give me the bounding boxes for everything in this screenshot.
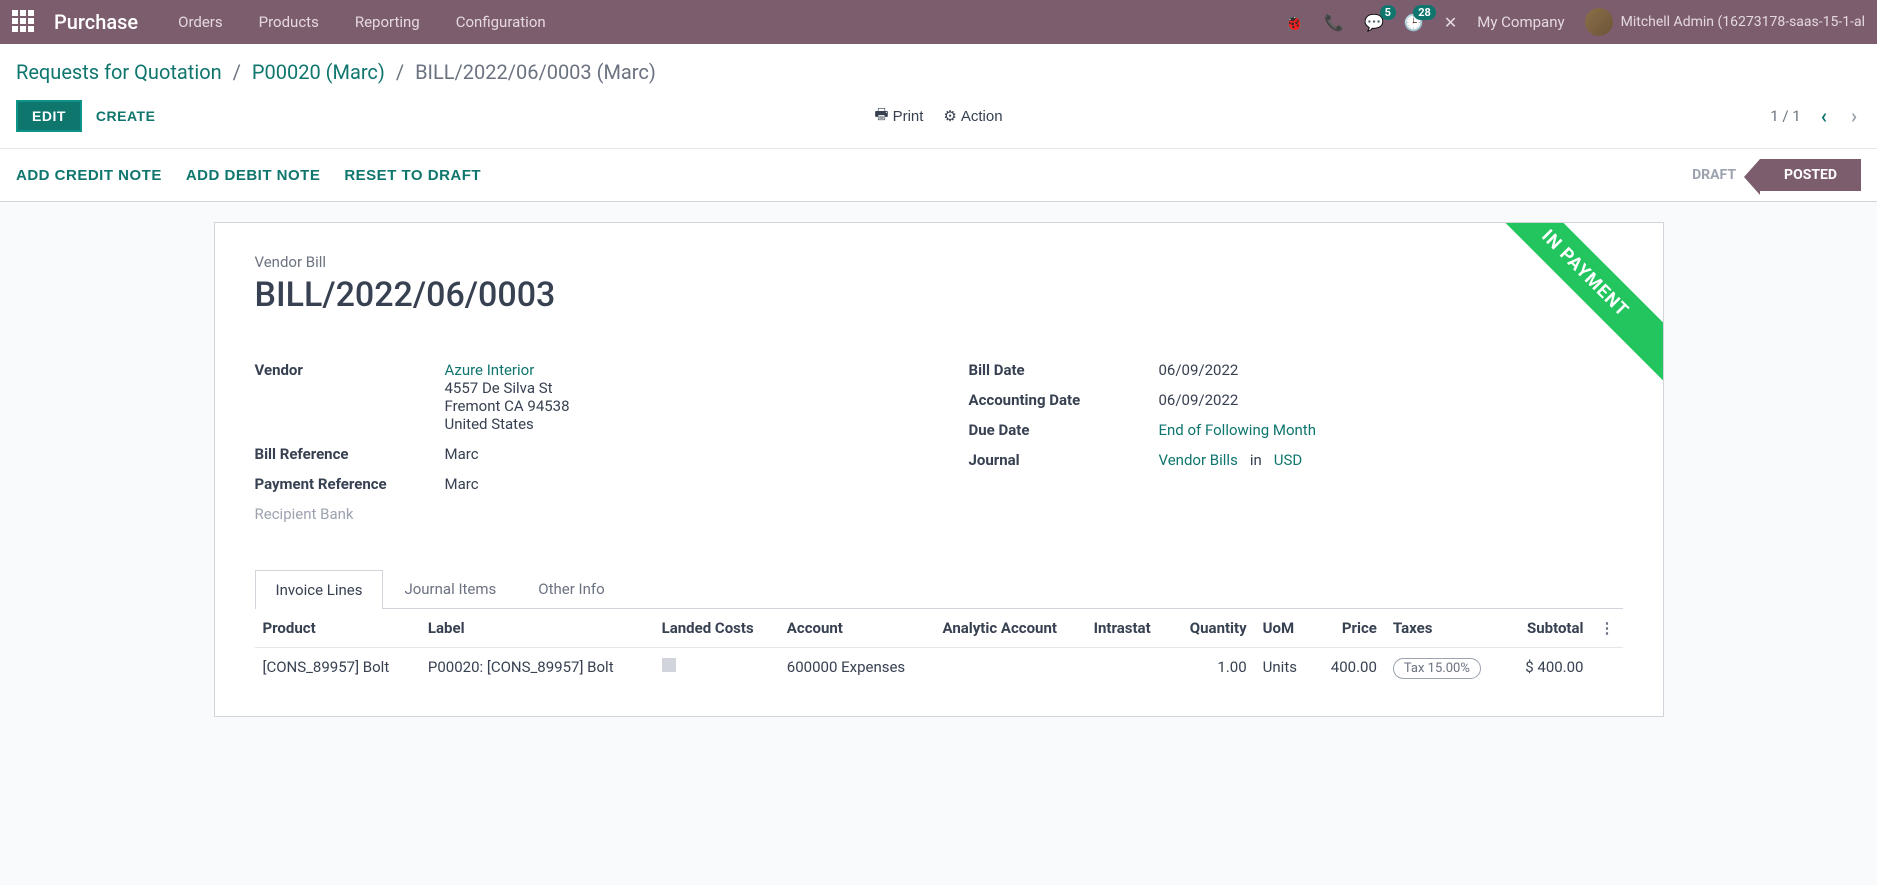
bug-icon[interactable]: 🐞 — [1284, 13, 1304, 32]
accdate-value: 06/09/2022 — [1159, 391, 1623, 409]
cell-account: 600000 Expenses — [779, 648, 935, 687]
breadcrumb: Requests for Quotation / P00020 (Marc) /… — [16, 60, 1861, 84]
form-sheet: IN PAYMENT Vendor Bill BILL/2022/06/0003… — [214, 222, 1664, 717]
status-bar: ADD CREDIT NOTE ADD DEBIT NOTE RESET TO … — [0, 149, 1877, 202]
col-price[interactable]: Price — [1313, 609, 1385, 648]
top-nav: Purchase Orders Products Reporting Confi… — [0, 0, 1877, 44]
billref-label: Bill Reference — [255, 445, 445, 463]
print-icon: 🖶 — [874, 104, 888, 129]
edit-button[interactable]: EDIT — [16, 100, 82, 132]
add-debit-note-button[interactable]: ADD DEBIT NOTE — [186, 167, 321, 184]
invoice-lines-table: Product Label Landed Costs Account Analy… — [255, 609, 1623, 686]
col-taxes[interactable]: Taxes — [1385, 609, 1505, 648]
cell-uom: Units — [1255, 648, 1313, 687]
recipbank-label: Recipient Bank — [255, 505, 445, 523]
avatar — [1585, 8, 1613, 36]
phone-icon[interactable]: 📞 — [1324, 13, 1344, 32]
duedate-label: Due Date — [969, 421, 1159, 439]
tabs: Invoice Lines Journal Items Other Info — [255, 569, 1623, 609]
cell-label: P00020: [CONS_89957] Bolt — [420, 648, 654, 687]
table-row[interactable]: [CONS_89957] Bolt P00020: [CONS_89957] B… — [255, 648, 1623, 687]
billdate-value: 06/09/2022 — [1159, 361, 1623, 379]
billref-value: Marc — [445, 445, 909, 463]
breadcrumb-parent[interactable]: P00020 (Marc) — [252, 60, 385, 84]
col-landed[interactable]: Landed Costs — [654, 609, 779, 648]
tab-other-info[interactable]: Other Info — [517, 569, 625, 608]
apps-icon[interactable] — [12, 10, 36, 34]
col-qty[interactable]: Quantity — [1170, 609, 1254, 648]
journal-link[interactable]: Vendor Bills — [1159, 451, 1238, 469]
create-button[interactable]: CREATE — [82, 102, 170, 130]
print-button[interactable]: 🖶 Print — [874, 104, 923, 129]
billdate-label: Bill Date — [969, 361, 1159, 379]
vendor-addr2: Fremont CA 94538 — [445, 397, 909, 415]
col-label[interactable]: Label — [420, 609, 654, 648]
user-name: Mitchell Admin (16273178-saas-15-1-al — [1621, 14, 1865, 30]
payref-label: Payment Reference — [255, 475, 445, 493]
checkbox-icon — [662, 658, 676, 672]
cell-taxes: Tax 15.00% — [1385, 648, 1505, 687]
control-bar: EDIT CREATE 🖶 Print ⚙ Action 1 / 1 ‹ › — [0, 92, 1877, 149]
activity-icon[interactable]: 🕒28 — [1404, 13, 1424, 32]
accdate-label: Accounting Date — [969, 391, 1159, 409]
tab-journal-items[interactable]: Journal Items — [383, 569, 517, 608]
cell-landed — [654, 648, 779, 687]
pager: 1 / 1 — [1770, 107, 1801, 125]
payref-value: Marc — [445, 475, 909, 493]
vendor-label: Vendor — [255, 361, 445, 379]
pager-prev-icon[interactable]: ‹ — [1817, 104, 1831, 128]
messages-badge: 5 — [1380, 5, 1396, 20]
col-product[interactable]: Product — [255, 609, 420, 648]
kebab-icon[interactable]: ⋮ — [1600, 619, 1615, 637]
app-brand[interactable]: Purchase — [54, 10, 138, 34]
col-subtotal[interactable]: Subtotal — [1505, 609, 1591, 648]
action-button[interactable]: ⚙ Action — [943, 104, 1002, 129]
journal-label: Journal — [969, 451, 1159, 469]
breadcrumb-root[interactable]: Requests for Quotation — [16, 60, 222, 84]
doc-type-label: Vendor Bill — [255, 253, 1623, 271]
menu-configuration[interactable]: Configuration — [456, 13, 546, 31]
col-intrastat[interactable]: Intrastat — [1086, 609, 1171, 648]
breadcrumb-current: BILL/2022/06/0003 (Marc) — [415, 60, 656, 84]
cell-qty: 1.00 — [1170, 648, 1254, 687]
messages-icon[interactable]: 💬5 — [1364, 13, 1384, 32]
gear-icon: ⚙ — [943, 107, 956, 125]
user-menu[interactable]: Mitchell Admin (16273178-saas-15-1-al — [1585, 8, 1865, 36]
col-account[interactable]: Account — [779, 609, 935, 648]
breadcrumb-bar: Requests for Quotation / P00020 (Marc) /… — [0, 44, 1877, 92]
reset-to-draft-button[interactable]: RESET TO DRAFT — [344, 167, 481, 184]
vendor-addr1: 4557 De Silva St — [445, 379, 909, 397]
status-posted[interactable]: POSTED — [1760, 159, 1861, 191]
cell-analytic — [934, 648, 1085, 687]
cell-intrastat — [1086, 648, 1171, 687]
journal-currency[interactable]: USD — [1274, 451, 1302, 469]
journal-in: in — [1250, 451, 1262, 469]
vendor-addr3: United States — [445, 415, 909, 433]
add-credit-note-button[interactable]: ADD CREDIT NOTE — [16, 167, 162, 184]
duedate-link[interactable]: End of Following Month — [1159, 421, 1316, 439]
cell-price: 400.00 — [1313, 648, 1385, 687]
pager-next-icon[interactable]: › — [1847, 104, 1861, 128]
menu-products[interactable]: Products — [259, 13, 319, 31]
cell-subtotal: $ 400.00 — [1505, 648, 1591, 687]
company-selector[interactable]: My Company — [1477, 13, 1564, 31]
cell-product: [CONS_89957] Bolt — [255, 648, 420, 687]
menu-orders[interactable]: Orders — [178, 13, 223, 31]
tax-chip: Tax 15.00% — [1393, 658, 1481, 679]
tab-invoice-lines[interactable]: Invoice Lines — [255, 570, 384, 609]
col-analytic[interactable]: Analytic Account — [934, 609, 1085, 648]
tools-icon[interactable]: ✕ — [1444, 13, 1457, 32]
col-uom[interactable]: UoM — [1255, 609, 1313, 648]
doc-title: BILL/2022/06/0003 — [255, 275, 1623, 315]
menu-reporting[interactable]: Reporting — [355, 13, 420, 31]
main-menu: Orders Products Reporting Configuration — [178, 13, 546, 31]
activity-badge: 28 — [1413, 5, 1436, 20]
vendor-link[interactable]: Azure Interior — [445, 361, 535, 379]
